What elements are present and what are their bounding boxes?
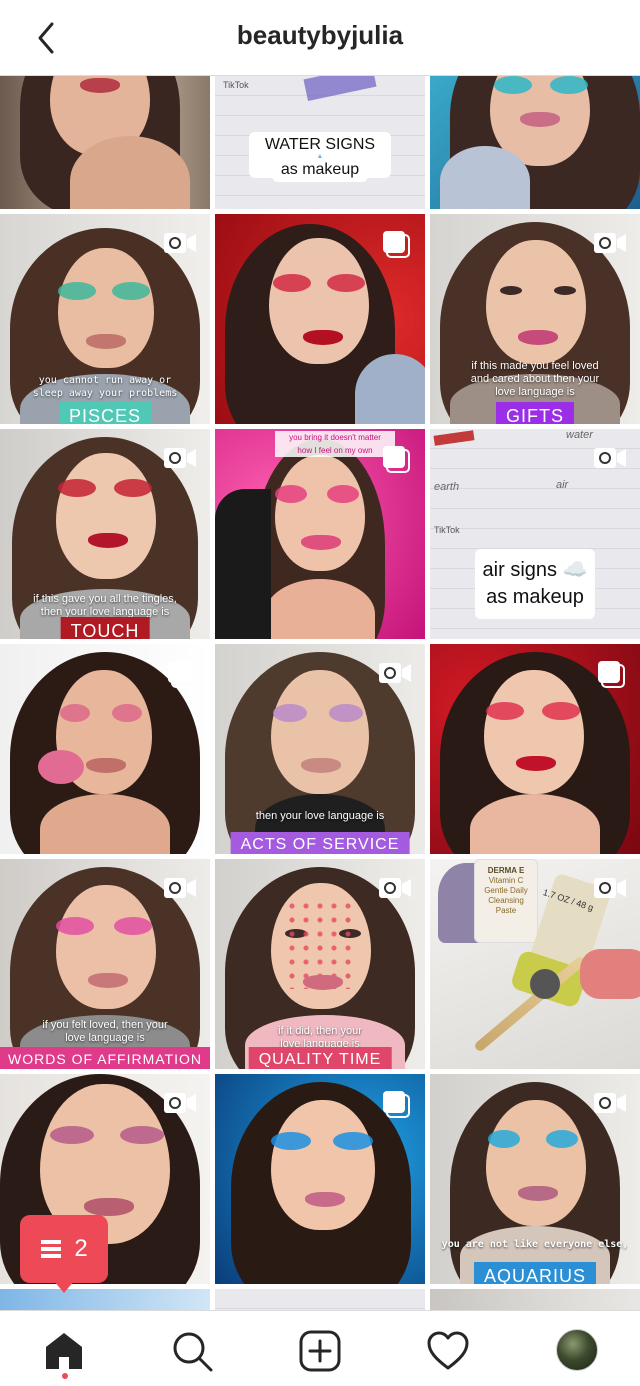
- post-caption: you cannot run away or sleep away your pr…: [32, 375, 178, 399]
- post-sticker: air signs ☁️ as makeup: [475, 549, 595, 619]
- post-banner: QUALITY TIME: [248, 1047, 392, 1069]
- post-thumbnail[interactable]: [430, 76, 640, 209]
- profile-username: beautybyjulia: [236, 20, 404, 50]
- post-thumbnail[interactable]: [0, 76, 210, 209]
- bottom-nav: [0, 1310, 640, 1386]
- reel-icon: [377, 873, 413, 903]
- heart-icon: [427, 1331, 469, 1370]
- tiktok-watermark: TikTok: [223, 80, 249, 90]
- add-post-icon: [299, 1330, 341, 1372]
- post-caption: you are not like everyone else,: [441, 1239, 629, 1250]
- active-indicator: [62, 1373, 68, 1379]
- post-caption: if this gave you all the tingles, then yo…: [33, 593, 177, 618]
- post-thumbnail[interactable]: if it did, then your love language is QUA…: [215, 859, 425, 1069]
- nav-home[interactable]: [42, 1329, 86, 1373]
- post-thumbnail[interactable]: if you felt loved, then your love languag…: [0, 859, 210, 1069]
- nav-activity[interactable]: [426, 1329, 470, 1373]
- reel-icon: [162, 228, 198, 258]
- note-text: earth: [434, 481, 460, 493]
- notification-count: 2: [74, 1235, 88, 1262]
- post-thumbnail[interactable]: [430, 644, 640, 854]
- nav-profile-avatar[interactable]: [556, 1329, 598, 1371]
- post-banner: TOUCH: [60, 617, 150, 639]
- post-caption: if you felt loved, then your love languag…: [42, 1019, 168, 1044]
- reel-icon: [162, 443, 198, 473]
- nav-search[interactable]: [170, 1329, 214, 1373]
- post-thumbnail[interactable]: [215, 1289, 425, 1310]
- post-photo: [0, 76, 210, 209]
- search-icon: [173, 1332, 213, 1372]
- top-bar: beautybyjulia: [0, 0, 640, 76]
- reel-icon: [592, 228, 628, 258]
- post-thumbnail[interactable]: you cannot run away or sleep away your pr…: [0, 214, 210, 424]
- post-thumbnail[interactable]: water earth air TikTok air signs ☁️ as m…: [430, 429, 640, 639]
- carousel-icon: [377, 443, 413, 473]
- post-thumbnail[interactable]: [0, 644, 210, 854]
- note-text: air: [556, 479, 569, 491]
- post-sticker: as makeup: [272, 158, 368, 182]
- post-thumbnail[interactable]: if this gave you all the tingles, then yo…: [0, 429, 210, 639]
- post-photo: [430, 76, 640, 209]
- post-caption: if this made you feel loved and cared abo…: [470, 360, 600, 398]
- post-thumbnail[interactable]: TikTok WATER SIGNS 💧 as makeup: [215, 76, 425, 209]
- post-thumbnail[interactable]: [215, 214, 425, 424]
- post-thumbnail[interactable]: DERMA E Vitamin C Gentle Daily Cleansing…: [430, 859, 640, 1069]
- posts-grid: TikTok WATER SIGNS 💧 as makeup: [0, 76, 640, 1310]
- notification-bubble[interactable]: 2: [20, 1215, 108, 1293]
- reel-icon: [162, 1088, 198, 1118]
- carousel-icon: [592, 658, 628, 688]
- home-icon: [46, 1333, 82, 1369]
- post-thumbnail[interactable]: [430, 1289, 640, 1310]
- post-thumbnail[interactable]: if this made you feel loved and cared abo…: [430, 214, 640, 424]
- tiktok-watermark: TikTok: [434, 525, 460, 535]
- post-banner: AQUARIUS: [473, 1262, 597, 1284]
- reel-icon: [162, 873, 198, 903]
- post-banner: WORDS OF AFFIRMATION: [0, 1047, 210, 1069]
- reel-icon: [377, 658, 413, 688]
- post-caption: then your love language is: [255, 810, 385, 822]
- post-thumbnail[interactable]: [0, 1289, 210, 1310]
- reel-icon: [592, 443, 628, 473]
- post-thumbnail[interactable]: [215, 1074, 425, 1284]
- note-text: water: [566, 429, 593, 441]
- post-banner: ACTS OF SERVICE: [230, 832, 410, 854]
- product-label: DERMA E Vitamin C Gentle Daily Cleansing…: [474, 859, 538, 943]
- post-thumbnail[interactable]: then your love language is ACTS OF SERVI…: [215, 644, 425, 854]
- post-banner: GIFTS: [496, 402, 574, 424]
- reel-icon: [592, 1088, 628, 1118]
- carousel-icon: [377, 228, 413, 258]
- post-banner: PISCES: [58, 402, 152, 424]
- post-thumbnail[interactable]: you are not like everyone else, AQUARIUS: [430, 1074, 640, 1284]
- post-thumbnail[interactable]: you bring it doesn't matter how I feel on…: [215, 429, 425, 639]
- nav-new-post[interactable]: [298, 1329, 342, 1373]
- carousel-icon: [377, 1088, 413, 1118]
- posts-icon: [41, 1240, 62, 1258]
- carousel-icon: [162, 658, 198, 688]
- reel-icon: [592, 873, 628, 903]
